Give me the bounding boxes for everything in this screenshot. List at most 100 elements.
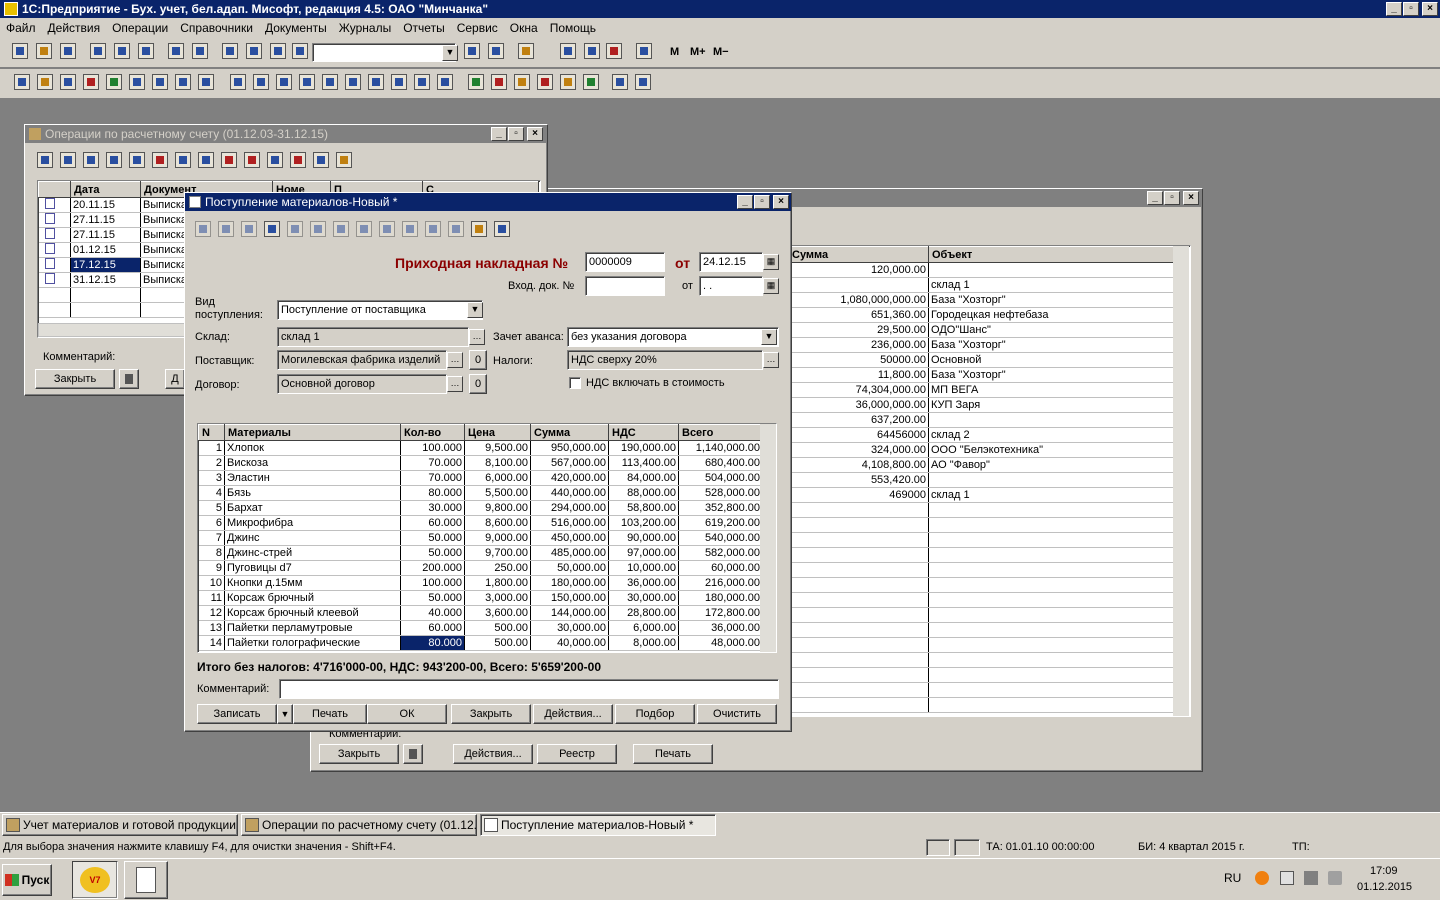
- journal-table-row[interactable]: [788, 667, 1183, 683]
- material-vat[interactable]: 103,200.00: [608, 515, 679, 531]
- stop-icon[interactable]: [83, 74, 99, 90]
- doc-sort-asc-icon[interactable]: [425, 221, 441, 237]
- warehouse-select-button[interactable]: …: [469, 329, 485, 345]
- mat-col-name[interactable]: Материалы: [224, 424, 401, 441]
- doc-comment-field[interactable]: [279, 679, 779, 699]
- ops-help-icon[interactable]: [336, 152, 352, 168]
- material-price[interactable]: 8,100.00: [464, 455, 531, 471]
- taxes-select-button[interactable]: …: [763, 352, 779, 368]
- material-qty[interactable]: 200.000: [400, 560, 465, 576]
- doc-date-field[interactable]: 24.12.15: [699, 252, 763, 272]
- advance-select[interactable]: без указания договора: [567, 327, 779, 347]
- window-tab-operations[interactable]: Операции по расчетному счету (01.12....: [241, 814, 477, 836]
- chart-icon[interactable]: [14, 74, 30, 90]
- journal-actions-button[interactable]: Действия...: [453, 744, 533, 764]
- in-doc-calendar-icon[interactable]: ▦: [763, 278, 779, 294]
- search-combo[interactable]: [312, 43, 456, 62]
- mat-col-vat[interactable]: НДС: [608, 424, 679, 441]
- ops-find-icon[interactable]: [198, 152, 214, 168]
- material-price[interactable]: 9,800.00: [464, 500, 531, 516]
- menu-reports[interactable]: Отчеты: [403, 21, 444, 35]
- ops-tool-button[interactable]: [119, 369, 139, 389]
- material-vat[interactable]: 6,000.00: [608, 620, 679, 636]
- taxes-field[interactable]: НДС сверху 20%: [567, 350, 763, 370]
- journal-table-row[interactable]: 1,080,000,000.00 База "Хозторг": [788, 292, 1183, 308]
- material-sum[interactable]: 50,000.00: [530, 560, 609, 576]
- clear-button[interactable]: Очистить: [697, 704, 777, 724]
- material-price[interactable]: 5,500.00: [464, 485, 531, 501]
- journal-close-button[interactable]: ×: [1183, 191, 1199, 205]
- pko-icon[interactable]: [152, 74, 168, 90]
- material-row[interactable]: 10 Кнопки д.15мм 100.000 1,800.00 180,000.00…: [198, 575, 763, 591]
- paste-icon[interactable]: [138, 43, 154, 59]
- taskbar-doc-app[interactable]: [124, 861, 168, 899]
- doc-context-help-icon[interactable]: [494, 221, 510, 237]
- supplier-field[interactable]: Могилевская фабрика изделий: [277, 350, 447, 370]
- material-price[interactable]: 250.00: [464, 560, 531, 576]
- contract-field[interactable]: Основной договор: [277, 374, 447, 394]
- material-row[interactable]: 12 Корсаж брючный клеевой 40.000 3,600.00 14…: [198, 605, 763, 621]
- ops-view-icon[interactable]: [83, 152, 99, 168]
- alert-icon[interactable]: [537, 74, 553, 90]
- in-doc-field[interactable]: [585, 276, 665, 296]
- journal-table-row[interactable]: 469000 склад 1: [788, 487, 1183, 503]
- contract-select-button[interactable]: …: [447, 376, 463, 392]
- report2-icon[interactable]: [253, 74, 269, 90]
- ops-col-date[interactable]: Дата: [70, 181, 141, 198]
- clock-date[interactable]: 01.12.2015: [1357, 881, 1412, 893]
- menu-journals[interactable]: Журналы: [339, 21, 391, 35]
- material-sum[interactable]: 450,000.00: [530, 530, 609, 546]
- app-minimize-button[interactable]: _: [1386, 2, 1402, 16]
- material-vat[interactable]: 30,000.00: [608, 590, 679, 606]
- material-price[interactable]: 6,000.00: [464, 470, 531, 486]
- tray-volume-icon[interactable]: [1328, 871, 1342, 885]
- ops-filter-icon[interactable]: [221, 152, 237, 168]
- material-row[interactable]: 7 Джинс 50.000 9,000.00 450,000.00 90,000.00 5…: [198, 530, 763, 546]
- journal-table-row[interactable]: [788, 682, 1183, 698]
- material-vat[interactable]: 90,000.00: [608, 530, 679, 546]
- tray-network-icon[interactable]: [1304, 871, 1318, 885]
- menu-references[interactable]: Справочники: [180, 21, 253, 35]
- journal-table-row[interactable]: 11,800.00 База "Хозторг": [788, 367, 1183, 383]
- materials-scrollbar[interactable]: [760, 424, 776, 652]
- material-qty[interactable]: 50.000: [400, 545, 465, 561]
- doc-date-calendar-icon[interactable]: ▦: [763, 254, 779, 270]
- material-name[interactable]: Джинс: [224, 530, 401, 546]
- material-name[interactable]: Корсаж брючный: [224, 590, 401, 606]
- taskbar-1c-app[interactable]: V7: [72, 861, 118, 899]
- ops-d-button[interactable]: Д: [165, 369, 185, 389]
- mat-col-total[interactable]: Всего: [678, 424, 763, 441]
- payment-order-icon[interactable]: [129, 74, 145, 90]
- ops-edit-icon[interactable]: [60, 152, 76, 168]
- find-prev-icon[interactable]: [488, 43, 504, 59]
- material-total[interactable]: 619,200.00: [678, 515, 763, 531]
- journal-minimize-button[interactable]: _: [1147, 191, 1163, 205]
- material-price[interactable]: 9,000.00: [464, 530, 531, 546]
- ops-hscrollbar[interactable]: [38, 323, 198, 337]
- material-sum[interactable]: 950,000.00: [530, 440, 609, 456]
- memory-button[interactable]: M: [670, 46, 679, 58]
- ops-new-icon[interactable]: [37, 152, 53, 168]
- material-sum[interactable]: 420,000.00: [530, 470, 609, 486]
- material-price[interactable]: 3,000.00: [464, 590, 531, 606]
- material-qty[interactable]: 100.000: [400, 440, 465, 456]
- doc-fill-icon[interactable]: [356, 221, 372, 237]
- doc-view-row-icon[interactable]: [287, 221, 303, 237]
- find-next-icon[interactable]: [464, 43, 480, 59]
- material-row[interactable]: 1 Хлопок 100.000 9,500.00 950,000.00 190,000.…: [198, 440, 763, 456]
- language-indicator[interactable]: RU: [1224, 871, 1241, 885]
- journal-table-row[interactable]: 324,000.00 ООО "Белэкотехника": [788, 442, 1183, 458]
- rko-icon[interactable]: [175, 74, 191, 90]
- report6-icon[interactable]: [345, 74, 361, 90]
- material-name[interactable]: Корсаж брючный клеевой: [224, 605, 401, 621]
- material-price[interactable]: 9,500.00: [464, 440, 531, 456]
- doc-maximize-button[interactable]: ▫: [754, 195, 770, 209]
- material-qty[interactable]: 60.000: [400, 620, 465, 636]
- print-icon[interactable]: [168, 43, 184, 59]
- journal-table-row[interactable]: 74,304,000.00 МП ВЕГА: [788, 382, 1183, 398]
- globe2-icon[interactable]: [635, 74, 651, 90]
- doc-insert-row-icon[interactable]: [218, 221, 234, 237]
- material-qty[interactable]: 30.000: [400, 500, 465, 516]
- operations-icon[interactable]: [37, 74, 53, 90]
- material-total[interactable]: 60,000.00: [678, 560, 763, 576]
